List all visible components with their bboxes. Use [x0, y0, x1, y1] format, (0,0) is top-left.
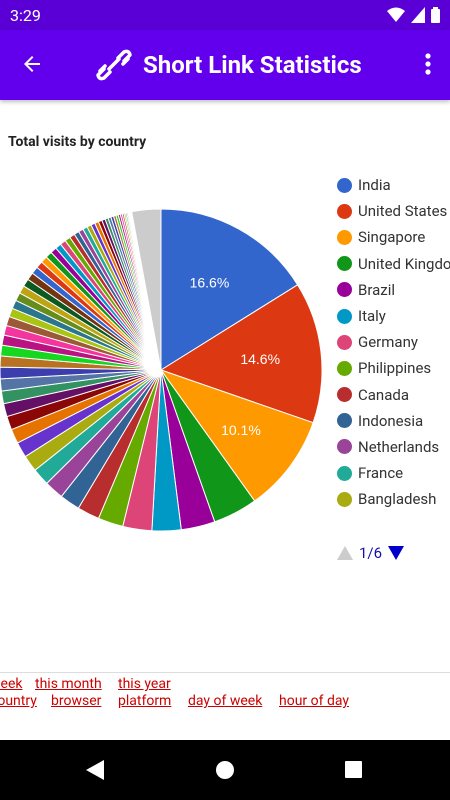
page-up-icon	[337, 546, 353, 560]
legend-label: Germany	[358, 333, 418, 352]
legend-pager: 1/6	[337, 544, 405, 562]
legend-item[interactable]: Indonesia	[337, 408, 450, 434]
link-week[interactable]: week	[0, 676, 22, 692]
status-time: 3:29	[10, 6, 41, 25]
legend-swatch	[337, 334, 352, 350]
legend-swatch	[337, 177, 352, 193]
legend-item[interactable]: United Kingdom	[337, 251, 450, 277]
legend-swatch	[337, 491, 352, 507]
chart-title: Total visits by country	[8, 134, 147, 150]
status-bar: 3:29	[0, 0, 450, 30]
legend-label: France	[358, 464, 404, 483]
legend-swatch	[337, 256, 352, 272]
slice-data-label: 10.1%	[221, 422, 261, 438]
system-nav-bar	[0, 740, 450, 800]
legend-item[interactable]: Netherlands	[337, 434, 450, 460]
legend-item[interactable]: Germany	[337, 329, 450, 355]
app-bar: Short Link Statistics	[0, 30, 450, 100]
legend-item[interactable]: France	[337, 460, 450, 486]
legend-item[interactable]: Bangladesh	[337, 486, 450, 512]
app-title: Short Link Statistics	[143, 51, 362, 79]
stats-links: week this month this year country browser pla…	[0, 676, 450, 736]
legend-item[interactable]: Philippines	[337, 355, 450, 381]
legend-label: Netherlands	[358, 437, 440, 456]
legend-swatch	[337, 413, 352, 429]
link-icon	[96, 49, 132, 81]
legend-label: United Kingdom	[358, 254, 450, 273]
legend-swatch	[337, 229, 352, 245]
legend-swatch	[337, 282, 352, 298]
legend-item[interactable]: United States	[337, 198, 450, 224]
legend-label: Brazil	[358, 280, 396, 299]
legend-item[interactable]: Brazil	[337, 277, 450, 303]
wifi-icon	[387, 7, 405, 22]
legend-swatch	[337, 203, 352, 219]
status-icons	[387, 7, 440, 23]
legend-label: Singapore	[358, 228, 426, 247]
slice-data-label: 14.6%	[240, 351, 280, 367]
legend-item[interactable]: Singapore	[337, 224, 450, 250]
legend-item[interactable]: India	[337, 172, 450, 198]
nav-home-icon[interactable]	[216, 761, 234, 779]
link-day-of-week[interactable]: day of week	[188, 693, 262, 709]
legend-label: Philippines	[358, 359, 432, 378]
signal-icon	[411, 7, 425, 23]
nav-recents-icon[interactable]	[345, 761, 362, 778]
chart-legend: India United States Singapore United Kingdo…	[337, 172, 450, 512]
legend-item[interactable]: Canada	[337, 382, 450, 408]
legend-label: United States	[358, 202, 448, 221]
divider	[0, 672, 450, 673]
legend-item[interactable]: Italy	[337, 303, 450, 329]
nav-back-icon[interactable]	[86, 760, 104, 780]
slice-data-label: 16.6%	[190, 275, 230, 291]
legend-swatch	[337, 387, 352, 403]
link-platform[interactable]: platform	[118, 693, 171, 709]
legend-swatch	[337, 360, 352, 376]
link-this-month[interactable]: this month	[35, 676, 102, 692]
back-arrow-icon[interactable]	[20, 52, 44, 76]
link-browser[interactable]: browser	[51, 693, 101, 709]
more-vert-icon[interactable]	[424, 52, 432, 76]
legend-page-indicator: 1/6	[359, 544, 383, 562]
legend-swatch	[337, 465, 352, 481]
battery-icon	[431, 7, 440, 23]
legend-label: Canada	[358, 385, 409, 404]
legend-label: Indonesia	[358, 411, 424, 430]
pie-chart[interactable]: 16.6% 14.6% 10.1%	[0, 170, 330, 540]
legend-swatch	[337, 439, 352, 455]
legend-label: India	[358, 176, 391, 195]
link-this-year[interactable]: this year	[118, 676, 171, 692]
legend-label: Italy	[358, 307, 386, 326]
link-country[interactable]: country	[0, 693, 37, 709]
page-down-icon[interactable]	[388, 546, 405, 560]
link-hour-of-day[interactable]: hour of day	[279, 693, 349, 709]
legend-label: Bangladesh	[358, 490, 437, 509]
legend-swatch	[337, 308, 352, 324]
